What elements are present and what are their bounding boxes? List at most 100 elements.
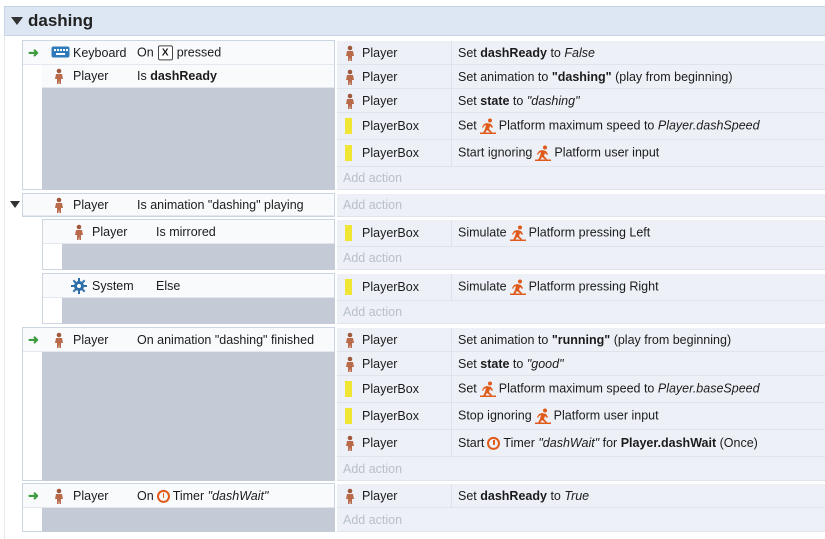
condition-object-cell[interactable]: ➜ Keyboard [23,41,131,65]
playerbox-family-icon [345,145,352,161]
action-object-name: PlayerBox [362,280,419,294]
condition-object-name: System [92,278,134,293]
keyboard-icon [51,46,70,58]
platform-behavior-icon [479,118,496,134]
action-object-name: Player [362,45,398,60]
condition-text-cell[interactable]: On Xpressed [131,41,334,65]
action-text: Set animation to "dashing" (play from be… [458,69,733,84]
collapse-triangle-icon[interactable] [10,201,20,208]
condition-text-cell[interactable]: Is mirrored [150,220,334,244]
add-action-row[interactable]: Add action [337,457,825,481]
add-action-row[interactable]: Add action [337,167,825,190]
condition-text: On animation "dashing" finished [137,332,315,347]
action-divider [451,328,452,352]
condition-text: Is animation "dashing" playing [137,197,304,212]
condition-object-cell[interactable]: Player [42,65,131,88]
event-3-gutter [42,352,335,481]
playerbox-family-icon [345,279,352,295]
timer-icon [487,437,501,451]
action-text: Start Timer "dashWait" for Player.dashWai… [458,435,758,451]
action-row[interactable]: PlayerBox Simulate Platform pressing Left [337,220,825,247]
action-text: Set dashReady to False [458,45,595,60]
action-text: Set dashReady to True [458,488,590,503]
action-divider [451,430,452,457]
add-action-row[interactable]: Add action [337,301,825,324]
action-row[interactable]: PlayerBox Start ignoring Platform user in… [337,140,825,167]
player-sprite-icon [55,332,63,348]
action-divider [451,41,452,65]
condition-text-cell[interactable]: On animation "dashing" finished [131,328,334,352]
condition-object-name: Keyboard [73,45,127,60]
platform-behavior-icon [509,225,526,241]
add-action-row[interactable]: Add action [337,508,825,532]
condition-text: Is dashReady [137,69,217,83]
condition-object-cell[interactable]: ➜ Player [23,328,131,352]
platform-behavior-icon [534,408,551,424]
condition-object-cell[interactable]: System [43,274,150,298]
collapse-triangle-icon[interactable] [11,17,23,25]
action-object-name: PlayerBox [362,146,419,160]
action-divider [451,403,452,430]
condition-text-cell[interactable]: Is animation "dashing" playing [131,194,334,216]
action-object-name: Player [362,332,398,347]
player-sprite-icon [346,93,354,109]
action-object-name: Player [362,488,398,503]
condition-text: On Xpressed [137,44,222,61]
action-row[interactable]: PlayerBox Stop ignoring Platform user inp… [337,403,825,430]
action-row[interactable]: PlayerBox Set Platform maximum speed to P… [337,376,825,403]
action-text: Set Platform maximum speed to Player.dash… [458,118,760,134]
condition-object-cell[interactable]: Player [43,220,150,244]
add-action-link[interactable]: Add action [343,513,402,527]
playerbox-family-icon [345,225,352,241]
player-sprite-icon [75,224,83,240]
action-row[interactable]: PlayerBox Simulate Platform pressing Righ… [337,274,825,301]
action-object-name: Player [362,93,398,108]
action-object-name: PlayerBox [362,226,419,240]
group-header-dashing[interactable]: dashing [4,6,825,36]
action-row[interactable]: PlayerBox Set Platform maximum speed to P… [337,113,825,140]
condition-text-cell[interactable]: Is dashReady [131,65,334,88]
action-row[interactable]: Player Set dashReady to False [337,41,825,65]
action-divider [451,352,452,376]
action-row[interactable]: Player Start Timer "dashWait" for Player.… [337,430,825,457]
add-action-link[interactable]: Add action [343,251,402,265]
action-row[interactable]: Player Set animation to "running" (play … [337,328,825,352]
platform-behavior-icon [535,145,552,161]
add-action-row[interactable]: Add action [337,247,825,270]
playerbox-family-icon [345,408,352,424]
subevent-1-gutter [62,244,335,270]
add-action-link[interactable]: Add action [343,171,402,185]
player-sprite-icon [346,45,354,61]
event-4-gutter [42,508,335,532]
player-sprite-icon [346,69,354,85]
playerbox-family-icon [345,381,352,397]
gutter-line [4,36,5,539]
action-divider [451,376,452,403]
condition-text: Else [156,278,181,293]
action-row[interactable]: Player Set dashReady to True [337,484,825,508]
gear-icon [71,278,87,294]
action-divider [451,65,452,89]
condition-object-name: Player [73,332,109,347]
add-action-link[interactable]: Add action [343,198,402,212]
add-action-row[interactable]: Add action [337,194,825,217]
action-row[interactable]: Player Set state to "good" [337,352,825,376]
trigger-arrow-icon: ➜ [28,487,39,503]
action-divider [451,113,452,140]
action-divider [451,274,452,301]
platform-behavior-icon [509,279,526,295]
condition-text-cell[interactable]: Else [150,274,334,298]
timer-icon [156,489,170,503]
action-object-name: Player [362,436,398,450]
action-object-name: PlayerBox [362,382,419,396]
add-action-link[interactable]: Add action [343,305,402,319]
action-row[interactable]: Player Set state to "dashing" [337,89,825,113]
action-row[interactable]: Player Set animation to "dashing" (play … [337,65,825,89]
action-object-name: Player [362,69,398,84]
condition-object-cell[interactable]: Player [23,194,131,216]
action-text: Set state to "dashing" [458,93,580,108]
add-action-link[interactable]: Add action [343,462,402,476]
condition-text: On Timer "dashWait" [137,488,269,503]
condition-object-cell[interactable]: ➜ Player [23,484,131,508]
condition-text-cell[interactable]: On Timer "dashWait" [131,484,334,508]
